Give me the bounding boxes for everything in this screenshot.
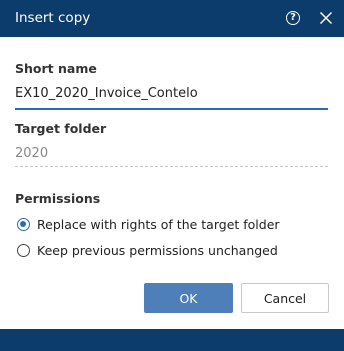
help-icon[interactable]: ? <box>286 11 300 25</box>
radio-label: Keep previous permissions unchanged <box>37 243 278 258</box>
dialog-titlebar: Insert copy ? <box>0 0 344 37</box>
dialog-title: Insert copy <box>15 10 91 26</box>
radio-button-unchecked[interactable] <box>17 244 30 257</box>
short-name-input[interactable]: EX10_2020_Invoice_Contelo <box>15 86 198 101</box>
target-folder-label: Target folder <box>15 121 107 136</box>
short-name-label: Short name <box>15 61 97 76</box>
permission-option-replace[interactable]: Replace with rights of the target folder <box>17 217 280 232</box>
close-icon[interactable] <box>319 11 333 25</box>
radio-label: Replace with rights of the target folder <box>37 217 280 232</box>
target-folder-field: 2020 <box>15 146 49 161</box>
cancel-button[interactable]: Cancel <box>241 283 329 313</box>
short-name-underline <box>15 108 328 110</box>
permissions-label: Permissions <box>15 191 101 206</box>
permission-option-keep[interactable]: Keep previous permissions unchanged <box>17 243 278 258</box>
target-folder-underline <box>15 166 328 167</box>
ok-button[interactable]: OK <box>144 283 233 313</box>
dialog-footer-bar <box>0 329 344 351</box>
radio-button-checked[interactable] <box>17 218 30 231</box>
